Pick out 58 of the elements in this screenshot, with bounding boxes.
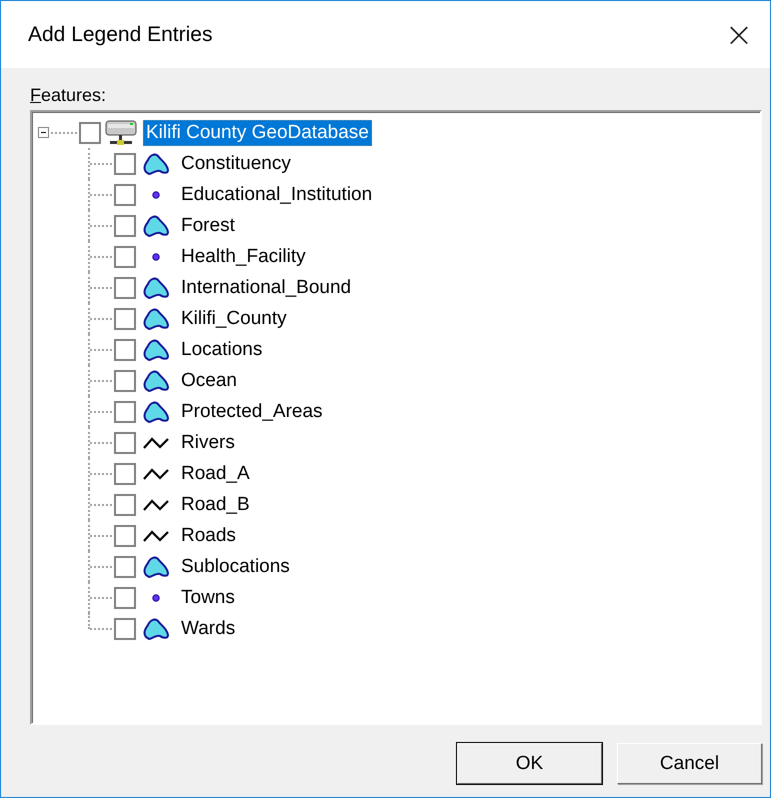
features-tree[interactable]	[30, 110, 762, 725]
tree-item[interactable]: Rivers	[181, 432, 235, 454]
tree-item[interactable]: Constituency	[181, 152, 291, 174]
line-symbol-icon	[142, 498, 170, 512]
tree-item[interactable]: Kilifi County GeoDatabase	[143, 120, 372, 146]
polygon-symbol-icon	[141, 214, 171, 238]
checkbox[interactable]	[114, 400, 136, 422]
point-symbol-icon	[152, 594, 160, 602]
database-server-icon	[104, 118, 138, 146]
tree-item[interactable]: Health_Facility	[181, 246, 306, 268]
tree-item[interactable]: Wards	[181, 618, 236, 640]
features-label: Features:	[30, 84, 106, 106]
polygon-symbol-icon	[141, 306, 171, 330]
tree-item[interactable]: Ocean	[181, 370, 237, 392]
tree-item[interactable]: Road_A	[181, 462, 250, 484]
ok-button[interactable]: OK	[457, 743, 602, 784]
polygon-symbol-icon	[141, 152, 171, 176]
window-title: Add Legend Entries	[28, 22, 212, 46]
checkbox[interactable]	[114, 586, 136, 608]
tree-item[interactable]: Roads	[181, 524, 236, 546]
tree-item[interactable]: Towns	[181, 586, 235, 608]
tree-item[interactable]: International_Bound	[181, 276, 352, 298]
cancel-button[interactable]: Cancel	[617, 743, 762, 784]
checkbox[interactable]	[114, 432, 136, 454]
tree-item[interactable]: Educational_Institution	[181, 184, 372, 206]
checkbox[interactable]	[114, 524, 136, 546]
point-symbol-icon	[152, 252, 160, 260]
tree-item[interactable]: Protected_Areas	[181, 400, 323, 422]
checkbox[interactable]	[114, 246, 136, 268]
checkbox[interactable]	[114, 184, 136, 206]
tree-item[interactable]: Road_B	[181, 494, 250, 516]
polygon-symbol-icon	[141, 368, 171, 392]
polygon-symbol-icon	[141, 616, 171, 640]
checkbox[interactable]	[114, 276, 136, 298]
checkbox[interactable]	[114, 152, 136, 174]
checkbox[interactable]	[114, 462, 136, 484]
line-symbol-icon	[142, 436, 170, 450]
line-symbol-icon	[142, 466, 170, 480]
point-symbol-icon	[152, 190, 160, 198]
checkbox[interactable]	[114, 214, 136, 236]
checkbox[interactable]	[114, 618, 136, 640]
polygon-symbol-icon	[141, 276, 171, 300]
tree-item[interactable]: Kilifi_County	[181, 308, 287, 330]
close-button[interactable]: ×	[712, 8, 766, 62]
polygon-symbol-icon	[141, 554, 171, 578]
tree-item[interactable]: Locations	[181, 338, 262, 360]
checkbox[interactable]	[79, 122, 101, 144]
tree-item[interactable]: Forest	[181, 214, 235, 236]
checkbox[interactable]	[114, 370, 136, 392]
line-symbol-icon	[142, 528, 170, 542]
checkbox[interactable]	[114, 308, 136, 330]
checkbox[interactable]	[114, 494, 136, 516]
polygon-symbol-icon	[141, 338, 171, 362]
checkbox[interactable]	[114, 556, 136, 578]
checkbox[interactable]	[114, 338, 136, 360]
tree-item[interactable]: Sublocations	[181, 556, 290, 578]
polygon-symbol-icon	[141, 400, 171, 424]
collapse-toggle[interactable]	[38, 127, 49, 138]
